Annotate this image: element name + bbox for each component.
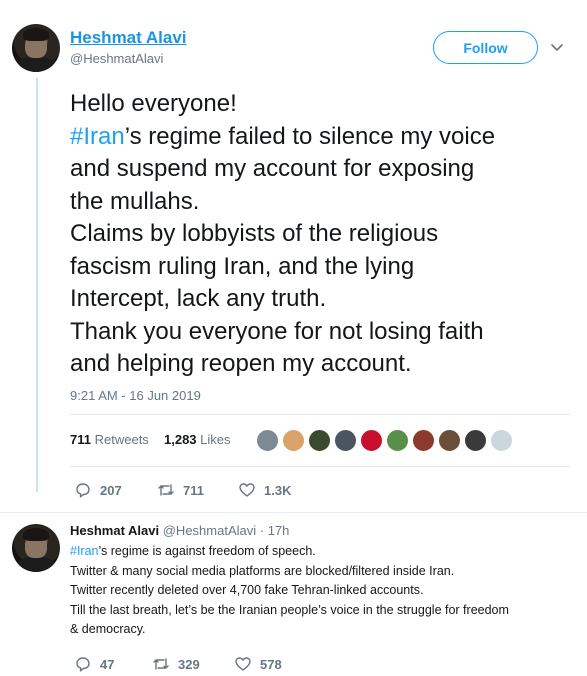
tweet-line: Hello everyone! [70, 88, 570, 121]
heart-icon [235, 657, 251, 671]
retweets-count: 711 [70, 432, 91, 447]
like-count: 578 [260, 656, 282, 672]
follow-button[interactable]: Follow [433, 31, 538, 64]
liker-avatar[interactable] [256, 429, 279, 452]
like-count: 1.3K [264, 482, 292, 498]
tweet-line: and helping reopen my account. [70, 348, 570, 381]
liker-avatars [256, 429, 513, 452]
like-button[interactable]: 1.3K [238, 481, 291, 499]
liker-avatar[interactable] [386, 429, 409, 452]
retweet-icon [153, 658, 169, 670]
tweet-line: fascism ruling Iran, and the lying [70, 251, 570, 284]
retweets-label: Retweets [94, 432, 149, 447]
like-button[interactable]: 578 [234, 655, 282, 673]
author-handle[interactable]: @HeshmatAlavi [70, 51, 163, 66]
likes-label: Likes [200, 432, 231, 447]
tweet-line: Thank you everyone for not losing faith [70, 316, 570, 349]
tweet-actions: 207 711 1.3K [74, 481, 291, 499]
liker-avatar[interactable] [438, 429, 461, 452]
tweet-line: Intercept, lack any truth. [70, 283, 570, 316]
reply-author-name[interactable]: Heshmat Alavi [70, 523, 159, 538]
chevron-down-icon[interactable] [548, 38, 566, 56]
line-text: Twitter recently deleted over 4,700 fake… [70, 583, 424, 597]
heart-icon [239, 483, 255, 497]
tweet-line: #Iran’s regime failed to silence my voic… [70, 121, 570, 154]
likes-count: 1,283 [164, 432, 197, 447]
reply-count: 207 [100, 482, 122, 498]
tweet-timestamp[interactable]: 9:21 AM - 16 Jun 2019 [70, 388, 201, 403]
liker-avatar[interactable] [334, 429, 357, 452]
retweet-button[interactable]: 329 [152, 655, 234, 673]
divider [70, 414, 570, 415]
line-text: ’s regime is against freedom of speech. [98, 544, 316, 558]
author-name[interactable]: Heshmat Alavi [70, 28, 187, 48]
line-text: and helping reopen my account. [70, 350, 412, 377]
line-text: Intercept, lack any truth. [70, 285, 327, 312]
tweet-line: & democracy. [70, 620, 570, 640]
divider [0, 512, 587, 513]
line-text: and suspend my account for exposing [70, 155, 475, 182]
retweet-count: 329 [178, 656, 200, 672]
tweet-text: Hello everyone! #Iran’s regime failed to … [70, 88, 570, 381]
liker-avatar[interactable] [490, 429, 513, 452]
retweet-button[interactable]: 711 [157, 481, 238, 499]
liker-avatar[interactable] [464, 429, 487, 452]
line-text: Twitter & many social media platforms ar… [70, 563, 455, 578]
tweet-line: Twitter & many social media platforms ar… [70, 562, 570, 582]
tweet-line: the mullahs. [70, 186, 570, 219]
hashtag-link[interactable]: #Iran [70, 123, 125, 150]
tweet-line: Claims by lobbyists of the religious [70, 218, 570, 251]
hashtag-link[interactable]: #Iran [70, 544, 99, 558]
reply-actions: 47 329 578 [74, 655, 282, 673]
line-text: & democracy. [70, 622, 146, 636]
line-text: Claims by lobbyists of the religious [70, 220, 439, 247]
reply-author-handle[interactable]: @HeshmatAlavi [163, 523, 256, 538]
reply-button[interactable]: 47 [74, 655, 152, 673]
line-text: fascism ruling Iran, and the lying [70, 252, 415, 280]
tweet-line: and suspend my account for exposing [70, 153, 570, 186]
reply-icon [76, 483, 90, 498]
reply-avatar[interactable] [12, 524, 60, 572]
line-text: Hello everyone! [70, 90, 237, 117]
liker-avatar[interactable] [282, 429, 305, 452]
retweet-count: 711 [183, 482, 204, 498]
tweet-line: Twitter recently deleted over 4,700 fake… [70, 581, 570, 601]
thread-connector-line [36, 78, 38, 492]
line-text: ’s regime failed to silence my voice [124, 122, 496, 150]
reply-icon [76, 657, 90, 672]
avatar[interactable] [12, 24, 60, 72]
tweet-line: #Iran’s regime is against freedom of spe… [70, 542, 570, 562]
liker-avatar[interactable] [308, 429, 331, 452]
retweets-stat[interactable]: 711 Retweets [70, 432, 149, 447]
reply-header: Heshmat Alavi @HeshmatAlavi · 17h [70, 523, 289, 538]
line-text: Thank you everyone for not losing faith [70, 317, 484, 345]
line-text: Till the last breath, let’s be the Irani… [70, 602, 509, 617]
divider [70, 466, 570, 467]
retweet-icon [158, 484, 174, 496]
liker-avatar[interactable] [360, 429, 383, 452]
liker-avatar[interactable] [412, 429, 435, 452]
tweet-line: Till the last breath, let’s be the Irani… [70, 601, 570, 621]
likes-stat[interactable]: 1,283 Likes [164, 432, 231, 447]
reply-button[interactable]: 207 [74, 481, 157, 499]
reply-text: #Iran’s regime is against freedom of spe… [70, 542, 570, 640]
reply-count: 47 [100, 656, 115, 672]
line-text: the mullahs. [70, 187, 200, 215]
reply-age[interactable]: · 17h [260, 523, 290, 538]
